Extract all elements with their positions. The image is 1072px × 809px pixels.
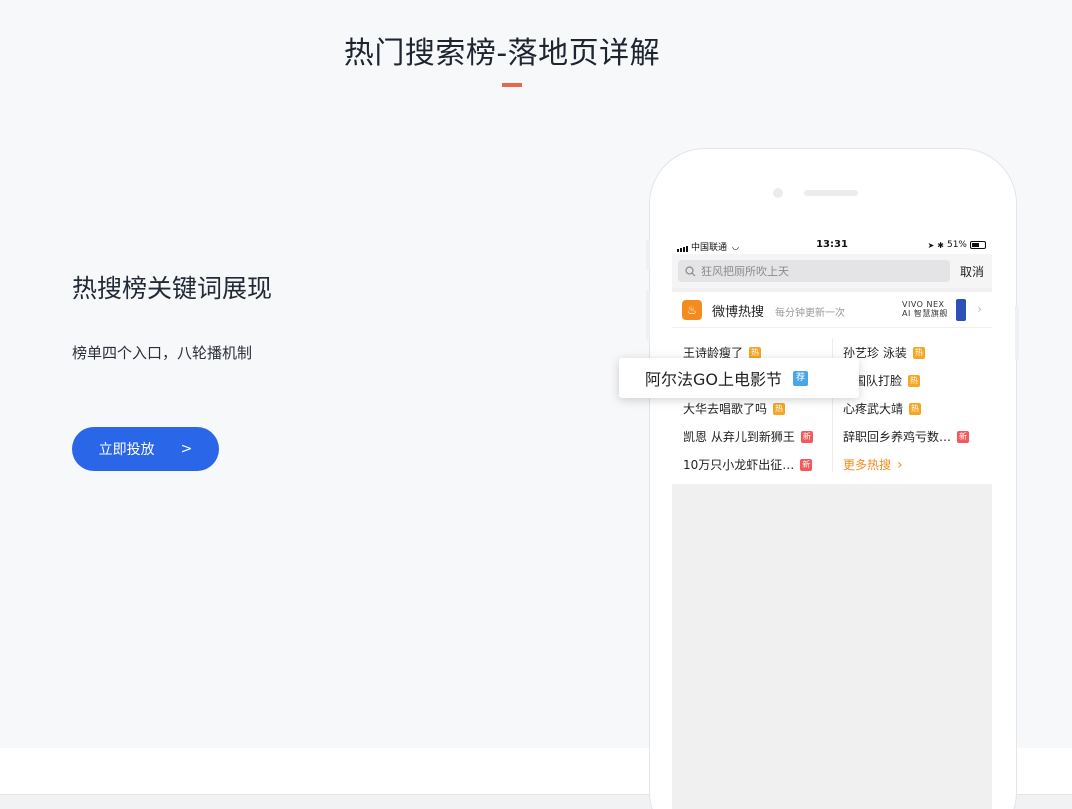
featured-keyword-popup[interactable]: 阿尔法GO上电影节 荐 bbox=[619, 358, 859, 398]
hot-search-title: 微博热搜 bbox=[712, 305, 765, 320]
hot-item[interactable]: 大华去唱歌了吗 热 bbox=[683, 400, 786, 417]
status-bar: 中国联通 ◡ 13:31 ➤ ✱ 51% bbox=[672, 236, 992, 254]
section-heading: 热搜榜关键词展现 bbox=[72, 274, 273, 303]
recommend-badge: 荐 bbox=[793, 370, 808, 386]
hot-item[interactable]: 凯恩 从弃儿到新狮王 新 bbox=[683, 428, 813, 445]
search-icon bbox=[685, 265, 696, 276]
chevron-right-icon: > bbox=[180, 441, 193, 457]
hot-item-text: 凯恩 从弃儿到新狮王 bbox=[683, 430, 795, 444]
new-badge: 新 bbox=[800, 458, 813, 471]
camera-icon bbox=[773, 188, 783, 198]
hot-item-text: 辞职回乡养鸡亏数… bbox=[843, 430, 952, 444]
hot-badge: 热 bbox=[908, 374, 921, 387]
hot-item-text: 10万只小龙虾出征… bbox=[683, 458, 795, 472]
battery-icon bbox=[970, 241, 986, 249]
hot-search-header[interactable]: ♨ 微博热搜 每分钟更新一次 VIVO NEX AI 智慧旗舰 › bbox=[672, 292, 992, 328]
weibo-fire-icon: ♨ bbox=[682, 300, 702, 320]
chevron-right-icon: › bbox=[977, 302, 982, 316]
title-underline bbox=[502, 83, 522, 87]
more-hot-search-label: 更多热搜 bbox=[843, 458, 892, 472]
volume-button bbox=[646, 290, 650, 340]
new-badge: 新 bbox=[800, 430, 813, 443]
ad-phone-image bbox=[956, 299, 966, 321]
ad-banner: VIVO NEX AI 智慧旗舰 bbox=[902, 300, 948, 318]
page-title: 热门搜索榜-落地页详解 bbox=[343, 36, 661, 71]
battery-label: 51% bbox=[946, 240, 967, 250]
hot-badge: 热 bbox=[912, 346, 925, 359]
cancel-button[interactable]: 取消 bbox=[960, 263, 984, 280]
power-button bbox=[1015, 305, 1019, 360]
hot-search-subtitle: 每分钟更新一次 bbox=[775, 308, 845, 319]
popup-text: 阿尔法GO上电影节 bbox=[645, 370, 782, 389]
chevron-right-icon: › bbox=[897, 456, 903, 473]
search-bar: 狂风把厕所吹上天 取消 bbox=[672, 254, 992, 288]
ad-line-1: VIVO NEX bbox=[902, 300, 945, 309]
new-badge: 新 bbox=[957, 430, 970, 443]
speaker-icon bbox=[804, 190, 858, 196]
hot-item-text: 国队打脸 bbox=[854, 374, 903, 388]
hot-item-text: 大华去唱歌了吗 bbox=[683, 402, 768, 416]
bluetooth-icon: ✱ bbox=[937, 240, 944, 250]
location-icon: ➤ bbox=[927, 240, 935, 250]
hot-badge: 热 bbox=[909, 402, 922, 415]
volume-button bbox=[646, 240, 650, 270]
ad-line-2: AI 智慧旗舰 bbox=[902, 309, 948, 318]
hot-item-text: 心疼武大靖 bbox=[843, 402, 904, 416]
hot-badge: 热 bbox=[749, 346, 762, 359]
hot-item[interactable]: 10万只小龙虾出征… 新 bbox=[683, 456, 813, 473]
launch-button-label: 立即投放 bbox=[98, 442, 155, 458]
hot-item[interactable]: 辞职回乡养鸡亏数… 新 bbox=[843, 428, 970, 445]
section-description: 榜单四个入口，八轮播机制 bbox=[72, 344, 253, 362]
search-placeholder: 狂风把厕所吹上天 bbox=[701, 265, 789, 278]
search-input[interactable]: 狂风把厕所吹上天 bbox=[678, 260, 950, 282]
hot-item[interactable]: 国队打脸 热 bbox=[854, 372, 921, 389]
hot-badge: 热 bbox=[773, 402, 786, 415]
phone-screen: 中国联通 ◡ 13:31 ➤ ✱ 51% 狂风把厕所吹上天 取消 ♨ 微博热搜 … bbox=[672, 236, 992, 809]
launch-button[interactable]: 立即投放 > bbox=[72, 427, 219, 471]
hot-item[interactable]: 心疼武大靖 热 bbox=[843, 400, 922, 417]
more-hot-search-link[interactable]: 更多热搜 › bbox=[843, 456, 903, 473]
